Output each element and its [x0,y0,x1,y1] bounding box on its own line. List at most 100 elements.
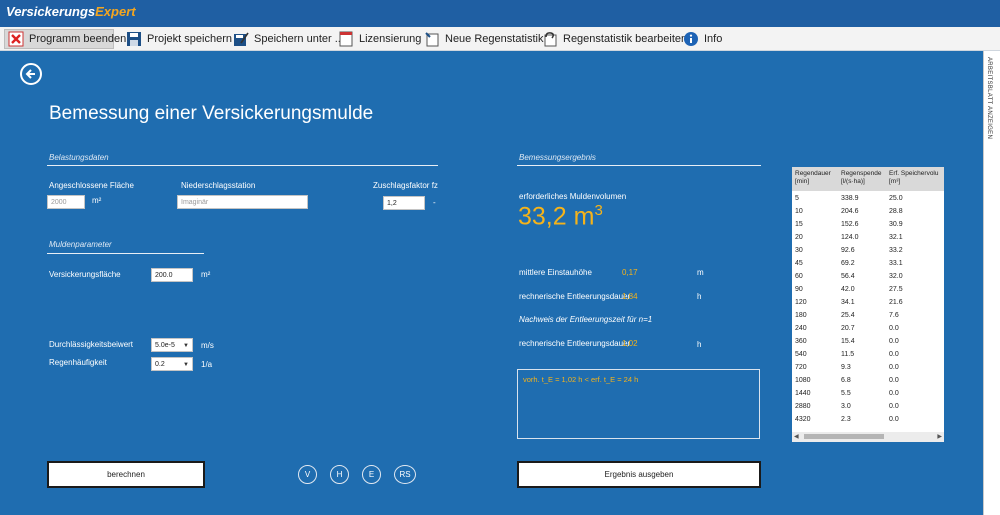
table-row[interactable]: 20 124.0 32.1 [792,232,944,244]
result-output-box[interactable]: vorh. t_E = 1,02 h < erf. t_E = 24 h [517,369,760,439]
volume-exponent: 3 [594,202,603,219]
calculate-button[interactable]: berechnen [47,461,205,488]
cell-volume: 0.0 [889,364,899,371]
connected-area-input[interactable]: 2000 [47,195,85,209]
cell-duration: 2880 [795,403,811,410]
info-button[interactable]: Info [683,29,722,49]
cell-volume: 32.1 [889,234,903,241]
table-row[interactable]: 15 152.6 30.9 [792,219,944,231]
cell-intensity: 204.6 [841,208,859,215]
rain-frequency-select[interactable]: 0.2 ▼ [151,357,193,371]
cell-duration: 4320 [795,416,811,423]
save-as-icon [234,32,249,46]
scroll-left-icon[interactable]: ◀ [794,433,799,440]
permeability-unit: m/s [201,341,214,350]
station-input[interactable]: Imaginär [177,195,308,209]
v-button[interactable]: V [298,465,317,484]
factor-input[interactable]: 1,2 [383,196,425,210]
depth-label: mittlere Einstauhöhe [519,268,592,277]
table-row[interactable]: 720 9.3 0.0 [792,362,944,374]
horizontal-scrollbar[interactable]: ◀ ▶ [792,432,944,442]
table-row[interactable]: 540 11.5 0.0 [792,349,944,361]
cell-intensity: 3.0 [841,403,851,410]
cell-intensity: 152.6 [841,221,859,228]
table-row[interactable]: 5 338.9 25.0 [792,193,944,205]
permeability-label: Durchlässigkeitsbeiwert [49,340,134,349]
trough-section-divider [47,253,204,254]
h-button[interactable]: H [330,465,349,484]
toolbar: Programm beenden Projekt speichern Speic… [0,27,1000,51]
cell-duration: 60 [795,273,803,280]
table-row[interactable]: 1080 6.8 0.0 [792,375,944,387]
cell-volume: 0.0 [889,338,899,345]
rain-frequency-label: Regenhäufigkeit [49,358,107,367]
table-row[interactable]: 90 42.0 27.5 [792,284,944,296]
table-row[interactable]: 4320 2.3 0.0 [792,414,944,426]
rain-frequency-unit: 1/a [201,360,213,369]
cell-duration: 45 [795,260,803,267]
cell-duration: 1440 [795,390,811,397]
cell-intensity: 34.1 [841,299,855,306]
license-button-label: Lizensierung [359,33,422,45]
save-button[interactable]: Projekt speichern [126,29,232,49]
load-section-label: Belastungsdaten [49,153,109,162]
infiltration-area-input[interactable]: 200.0 [151,268,193,282]
drain-duration2-label: rechnerische Entleerungsdauer [519,339,631,348]
station-label: Niederschlagsstation [181,181,256,190]
cell-intensity: 92.6 [841,247,855,254]
edit-statistic-button[interactable]: Regenstatistik bearbeiten [542,29,687,49]
cell-volume: 0.0 [889,403,899,410]
app-title-accent: Expert [95,4,136,19]
cell-intensity: 20.7 [841,325,855,332]
dropdown-arrow-icon: ▼ [183,362,189,368]
table-row[interactable]: 30 92.6 33.2 [792,245,944,257]
table-row[interactable]: 1440 5.5 0.0 [792,388,944,400]
save-as-button-label: Speichern unter ... [254,33,344,45]
new-statistic-button[interactable]: Neue Regenstatistik [424,29,543,49]
new-document-icon [425,32,439,47]
title-bar: VersickerungsExpert [0,0,1000,27]
depth-unit: m [697,268,704,277]
exit-button-label: Programm beenden [29,33,127,45]
cell-intensity: 56.4 [841,273,855,280]
table-row[interactable]: 10 204.6 28.8 [792,206,944,218]
main-panel: Bemessung einer Versickerungsmulde Belas… [0,51,983,515]
table-row[interactable]: 45 69.2 33.1 [792,258,944,270]
table-row[interactable]: 360 15.4 0.0 [792,336,944,348]
side-panel[interactable]: ARBEITSBLATT ANZEIGEN [983,51,1000,515]
cell-intensity: 42.0 [841,286,855,293]
cell-volume: 25.0 [889,195,903,202]
output-result-button[interactable]: Ergebnis ausgeben [517,461,761,488]
cell-duration: 360 [795,338,807,345]
scrollbar-thumb[interactable] [804,434,884,439]
table-row[interactable]: 240 20.7 0.0 [792,323,944,335]
app-title: VersickerungsExpert [6,4,136,19]
table-row[interactable]: 180 25.4 7.6 [792,310,944,322]
cell-intensity: 338.9 [841,195,859,202]
scroll-right-icon[interactable]: ▶ [937,433,942,440]
rs-button[interactable]: RS [394,465,416,484]
rain-statistics-table[interactable]: Regendauer [min] Regenspende [l/(s·ha)] Er… [792,167,944,442]
table-row[interactable]: 60 56.4 32.0 [792,271,944,283]
table-row[interactable]: 120 34.1 21.6 [792,297,944,309]
cell-duration: 90 [795,286,803,293]
table-row[interactable]: 2880 3.0 0.0 [792,401,944,413]
cell-duration: 5 [795,195,799,202]
table-header: Regendauer [min] Regenspende [l/(s·ha)] Er… [792,167,944,191]
infiltration-area-unit: m² [201,270,211,279]
trough-section-label: Muldenparameter [49,240,112,249]
permeability-select[interactable]: 5.0e-5 ▼ [151,338,193,352]
close-icon [8,31,24,47]
cell-duration: 1080 [795,377,811,384]
connected-area-unit: m² [92,196,102,205]
license-button[interactable]: Lizensierung [338,29,421,49]
depth-value: 0,17 [622,268,638,277]
cell-volume: 33.2 [889,247,903,254]
e-button[interactable]: E [362,465,381,484]
cell-volume: 28.8 [889,208,903,215]
back-button[interactable] [20,63,42,85]
drain-duration-unit: h [697,292,702,301]
save-as-button[interactable]: Speichern unter ... [233,29,344,49]
exit-button[interactable]: Programm beenden [4,29,126,49]
cell-duration: 30 [795,247,803,254]
